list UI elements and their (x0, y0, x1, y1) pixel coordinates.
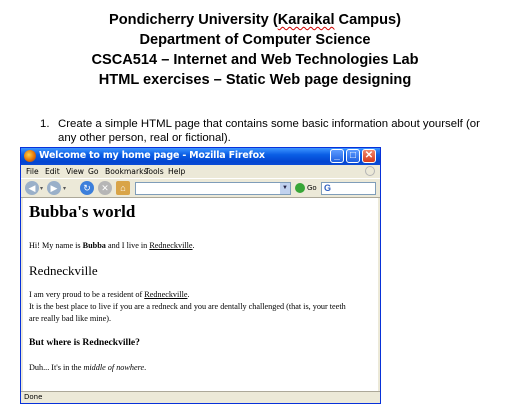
menu-view[interactable]: View (66, 167, 84, 176)
menu-edit[interactable]: Edit (45, 167, 60, 176)
menu-help[interactable]: Help (168, 167, 185, 176)
status-text: Done (24, 393, 43, 401)
navigation-toolbar: ◀ ▾ ▶ ▾ ↻ ✕ ⌂ ▼ Go G (21, 178, 380, 198)
title-line-university: Pondicherry University (Karaikal Campus) (109, 12, 401, 28)
resident-paragraph: I am very proud to be a resident of Redn… (29, 290, 346, 323)
reload-icon[interactable]: ↻ (80, 181, 94, 195)
page-heading: Bubba's world (29, 202, 136, 221)
firefox-icon (24, 150, 36, 162)
menu-bar: File Edit View Go Bookmarks Tools Help (21, 165, 380, 178)
throbber-icon (365, 166, 375, 176)
redneckville-link[interactable]: Redneckville (149, 241, 192, 250)
status-bar: Done (21, 391, 380, 403)
menu-bookmarks[interactable]: Bookmarks (105, 167, 147, 176)
minimize-button[interactable]: _ (330, 149, 344, 163)
back-arrow-icon[interactable]: ◀ (25, 181, 39, 195)
address-bar[interactable]: ▼ (135, 182, 291, 195)
google-search-icon: G (324, 183, 332, 193)
document-title: Pondicherry University (Karaikal Campus)… (0, 10, 510, 90)
back-dropdown-icon[interactable]: ▾ (40, 185, 43, 192)
menu-tools[interactable]: Tools (145, 167, 164, 176)
subheading: Redneckville (29, 263, 98, 278)
forward-arrow-icon[interactable]: ▶ (47, 181, 61, 195)
forward-dropdown-icon[interactable]: ▾ (63, 185, 66, 192)
stop-icon[interactable]: ✕ (98, 181, 112, 195)
window-titlebar[interactable]: Welcome to my home page - Mozilla Firefo… (21, 148, 380, 165)
go-button-label[interactable]: Go (307, 184, 317, 192)
intro-paragraph: Hi! My name is Bubba and I live in Redne… (29, 241, 195, 250)
home-icon[interactable]: ⌂ (116, 181, 130, 195)
window-title: Welcome to my home page - Mozilla Firefo… (39, 150, 265, 161)
spellcheck-word: Karaikal (277, 12, 335, 28)
exercise-number: 1. (40, 118, 50, 130)
menu-go[interactable]: Go (88, 167, 99, 176)
search-box[interactable]: G (321, 182, 376, 195)
close-button[interactable]: ✕ (362, 149, 376, 163)
title-line-department: Department of Computer Science (139, 32, 371, 48)
answer-paragraph: Duh... It's in the middle of nowhere. (29, 363, 147, 372)
menu-file[interactable]: File (26, 167, 39, 176)
question-heading: But where is Redneckville? (29, 337, 140, 348)
address-dropdown-icon[interactable]: ▼ (280, 183, 290, 194)
page-content: Bubba's world Hi! My name is Bubba and I… (23, 198, 378, 391)
exercise-item: 1. Create a simple HTML page that contai… (40, 117, 500, 145)
title-line-exercises: HTML exercises – Static Web page designi… (98, 72, 412, 88)
maximize-button[interactable]: □ (346, 149, 360, 163)
exercise-text: Create a simple HTML page that contains … (58, 118, 480, 144)
firefox-window: Welcome to my home page - Mozilla Firefo… (20, 147, 381, 404)
redneckville-link-2[interactable]: Redneckville (144, 290, 187, 299)
go-arrow-icon[interactable] (295, 183, 305, 193)
title-line-course: CSCA514 – Internet and Web Technologies … (91, 52, 419, 68)
